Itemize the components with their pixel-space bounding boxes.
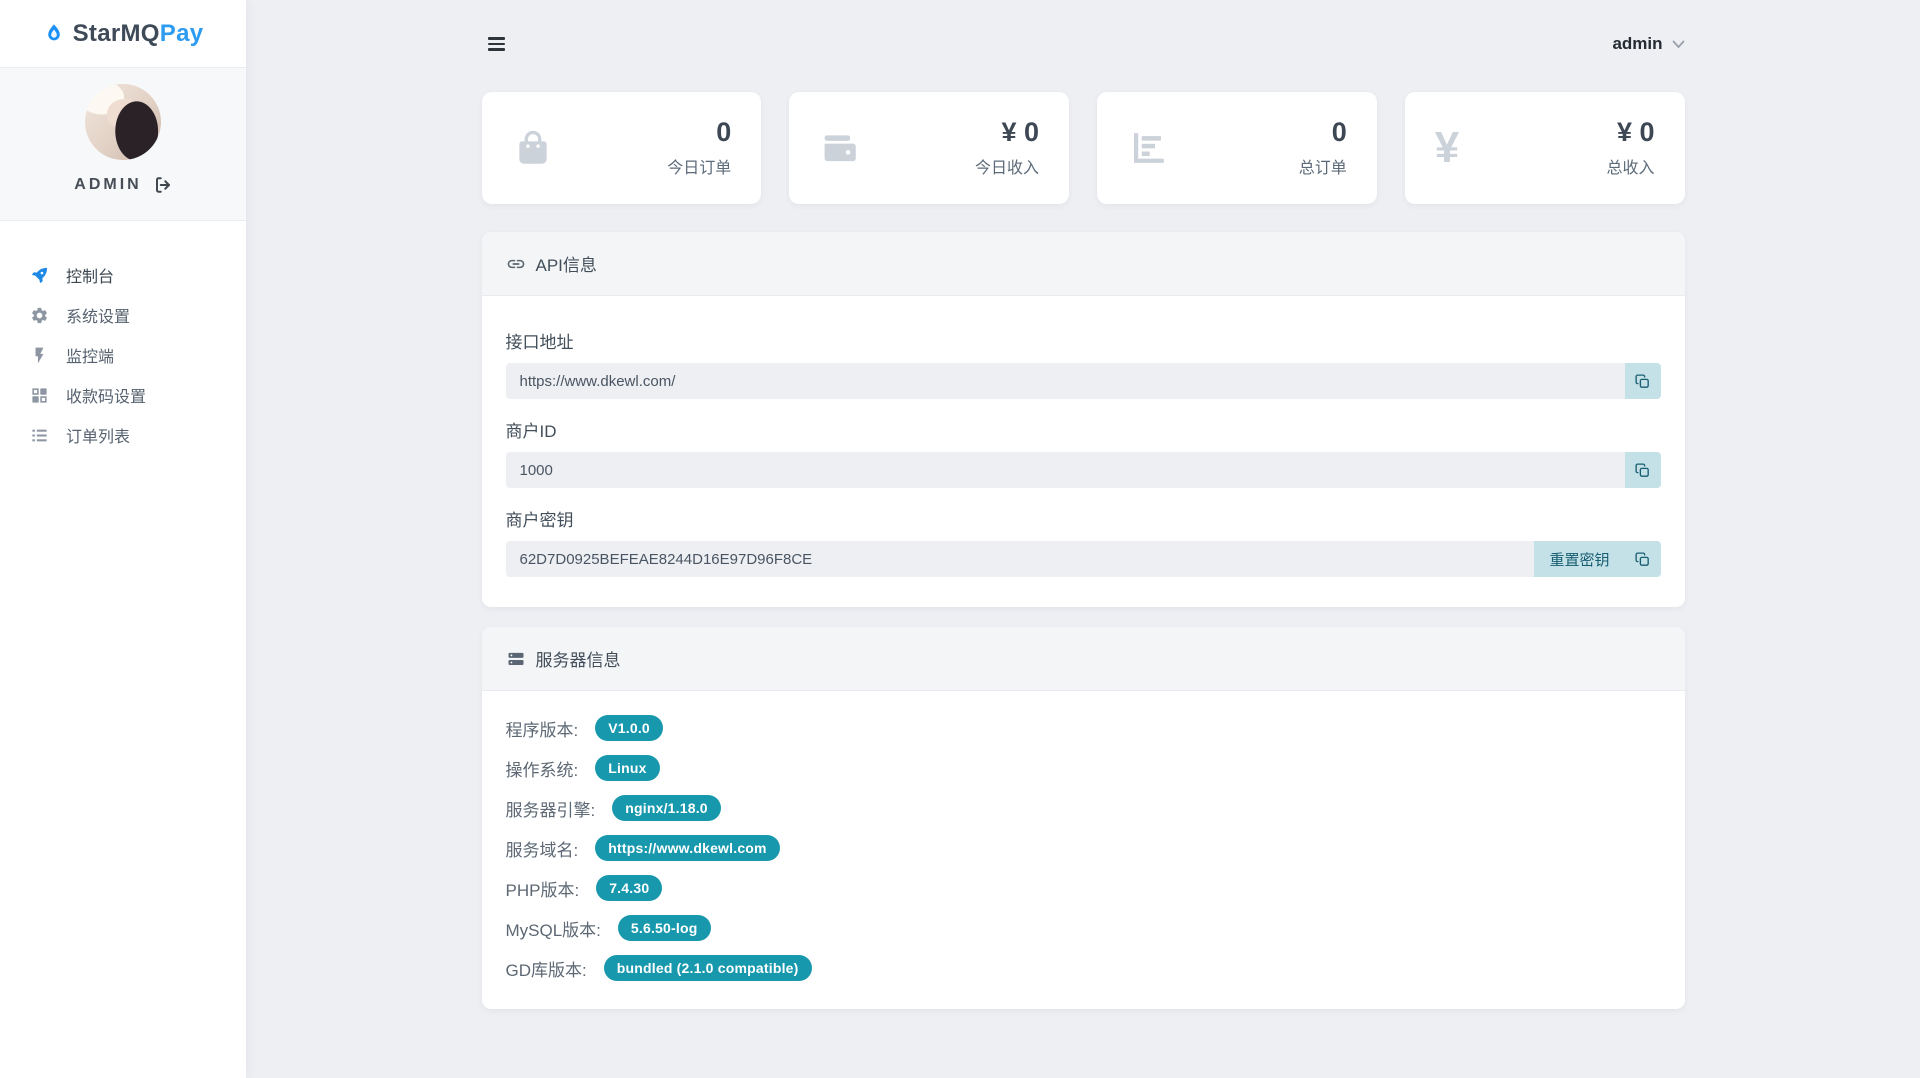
stat-label: 总订单 [1299,154,1347,178]
sidebar-item-label: 收款码设置 [66,383,146,407]
copy-button[interactable] [1625,452,1661,488]
server-icon [506,649,526,669]
link-icon [506,254,526,274]
stat-value: 0 [1299,118,1347,148]
topbar: admin [482,0,1685,88]
hamburger-menu-icon[interactable] [482,31,511,57]
server-panel-title: 服务器信息 [536,646,621,671]
api-info-panel: API信息 接口地址 商户ID [482,232,1685,607]
sidebar-menu: 控制台 系统设置 监控端 [0,221,246,455]
api-url-input[interactable] [506,363,1625,399]
server-row-mysql: MySQL版本: 5.6.50-log [506,915,1661,941]
sidebar-item-label: 控制台 [66,263,114,287]
stat-card-total-income: ¥ ¥ 0 总收入 [1405,92,1685,204]
version-badge: nginx/1.18.0 [612,795,721,821]
server-info-panel: 服务器信息 程序版本: V1.0.0 操作系统: Linux 服务器引擎: ng… [482,627,1685,1009]
gear-icon [29,305,49,325]
main-content: admin 0 今 [246,0,1920,1009]
user-name: admin [1612,34,1662,54]
sidebar-item-system-settings[interactable]: 系统设置 [0,295,246,335]
stat-label: 今日订单 [667,154,731,178]
user-dropdown[interactable]: admin [1612,34,1684,54]
server-row-label: GD库版本: [506,956,587,981]
stat-value: 0 [667,118,731,148]
stat-card-today-orders: 0 今日订单 [482,92,762,204]
qrcode-icon [29,385,49,405]
api-panel-header: API信息 [482,232,1685,296]
api-panel-title: API信息 [536,251,597,276]
server-row-gd: GD库版本: bundled (2.1.0 compatible) [506,955,1661,981]
brand-name: StarMQPay [73,20,204,48]
shopping-bag-icon [512,127,560,169]
server-row-domain: 服务域名: https://www.dkewl.com [506,835,1661,861]
server-row-label: 程序版本: [506,716,579,741]
sidebar-item-qrcode-settings[interactable]: 收款码设置 [0,375,246,415]
version-badge: 5.6.50-log [618,915,711,941]
sidebar: StarMQPay ADMIN 控制台 [0,0,246,1078]
sidebar-item-monitor[interactable]: 监控端 [0,335,246,375]
api-url-label: 接口地址 [506,328,1661,353]
logout-icon[interactable] [154,176,172,194]
bar-chart-icon [1127,127,1175,169]
version-badge: bundled (2.1.0 compatible) [604,955,812,981]
sidebar-item-label: 监控端 [66,343,114,367]
server-row-os: 操作系统: Linux [506,755,1661,781]
stat-card-today-income: ¥ 0 今日收入 [789,92,1069,204]
server-row-php: PHP版本: 7.4.30 [506,875,1661,901]
bolt-icon [29,345,49,365]
brand-logo[interactable]: StarMQPay [0,0,246,67]
version-badge: https://www.dkewl.com [595,835,779,861]
flame-logo-icon [43,22,65,46]
merchant-secret-label: 商户密钥 [506,506,1661,531]
server-row-engine: 服务器引擎: nginx/1.18.0 [506,795,1661,821]
rocket-icon [29,265,49,285]
sidebar-item-dashboard[interactable]: 控制台 [0,255,246,295]
version-badge: 7.4.30 [596,875,662,901]
merchant-id-label: 商户ID [506,417,1661,442]
list-icon [29,425,49,445]
avatar[interactable] [85,84,161,160]
wallet-icon [819,127,867,169]
version-badge: Linux [595,755,659,781]
chevron-down-icon [1672,40,1685,49]
version-badge: V1.0.0 [595,715,663,741]
profile-section: ADMIN [0,67,246,221]
server-row-program-version: 程序版本: V1.0.0 [506,715,1661,741]
sidebar-item-label: 订单列表 [66,423,130,447]
stat-value: ¥ 0 [1606,118,1654,148]
stat-label: 总收入 [1606,154,1654,178]
copy-button[interactable] [1625,541,1661,577]
yen-icon: ¥ [1435,126,1483,170]
stat-card-total-orders: 0 总订单 [1097,92,1377,204]
copy-button[interactable] [1625,363,1661,399]
server-row-label: 服务域名: [506,836,579,861]
sidebar-item-label: 系统设置 [66,303,130,327]
reset-secret-button[interactable]: 重置密钥 [1534,541,1624,577]
stat-value: ¥ 0 [975,118,1039,148]
server-row-label: PHP版本: [506,876,580,901]
server-row-label: MySQL版本: [506,916,601,941]
server-row-label: 服务器引擎: [506,796,596,821]
stat-cards: 0 今日订单 ¥ 0 今日收入 [482,92,1685,204]
stat-label: 今日收入 [975,154,1039,178]
sidebar-item-order-list[interactable]: 订单列表 [0,415,246,455]
profile-name: ADMIN [74,176,141,194]
server-panel-header: 服务器信息 [482,627,1685,691]
merchant-secret-input[interactable] [506,541,1535,577]
merchant-id-input[interactable] [506,452,1625,488]
server-row-label: 操作系统: [506,756,579,781]
